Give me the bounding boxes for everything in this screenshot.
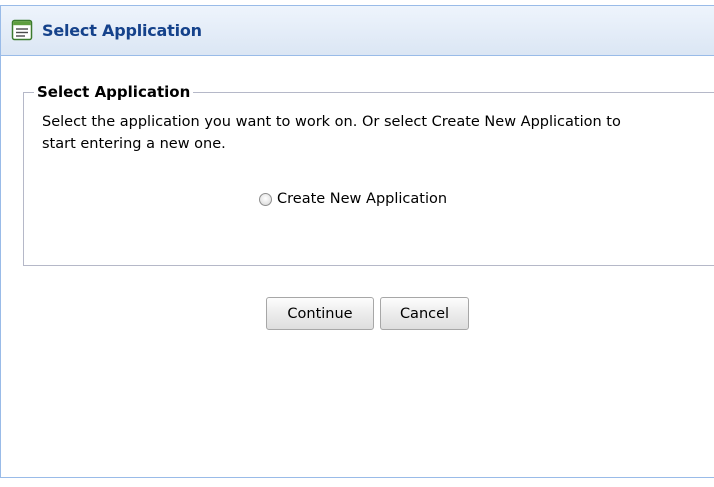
window-titlebar: Select Application	[1, 6, 714, 56]
select-application-fieldset: Select Application Select the applicatio…	[23, 82, 714, 266]
window-title: Select Application	[42, 21, 202, 40]
instructions-text: Select the application you want to work …	[42, 114, 621, 152]
fieldset-legend: Select Application	[34, 82, 194, 102]
cancel-button[interactable]: Cancel	[380, 297, 469, 330]
button-bar: Continue Cancel	[266, 297, 469, 330]
create-new-application-option[interactable]: Create New Application	[259, 191, 447, 207]
continue-button[interactable]: Continue	[266, 297, 374, 330]
select-application-window: Select Application Select Application Se…	[0, 5, 714, 478]
form-icon	[11, 19, 33, 41]
create-new-application-label: Create New Application	[277, 191, 448, 207]
create-new-application-radio[interactable]	[259, 192, 272, 206]
